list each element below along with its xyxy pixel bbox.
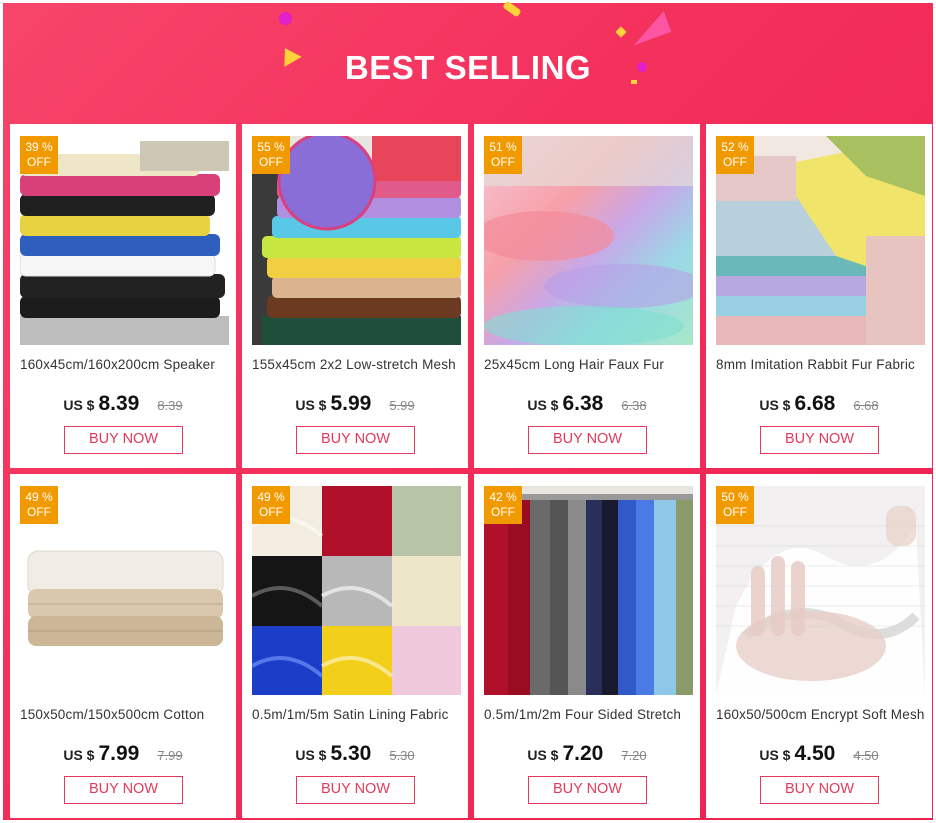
- discount-badge: 39 % OFF: [20, 136, 58, 174]
- currency: US $: [295, 397, 327, 413]
- banner-title: BEST SELLING: [344, 49, 592, 86]
- original-price: 5.30: [389, 748, 415, 763]
- price-row: US $7.20 7.20: [474, 742, 700, 772]
- discount-badge: 42 % OFF: [484, 486, 522, 524]
- original-price: 5.99: [389, 398, 415, 413]
- product-name[interactable]: 155x45cm 2x2 Low-stretch Mesh: [252, 357, 464, 372]
- buy-now-button[interactable]: BUY NOW: [528, 426, 647, 454]
- product-card[interactable]: 52 % OFF 8mm Imitation Rabbit Fur Fabric …: [706, 124, 932, 468]
- discount-badge: 49 % OFF: [20, 486, 58, 524]
- price-row: US $8.39 8.39: [10, 392, 236, 422]
- product-card[interactable]: 55 % OFF 155x45cm 2x2 Low-stretch Mesh US…: [242, 124, 468, 468]
- buy-now-button[interactable]: BUY NOW: [296, 426, 415, 454]
- original-price: 7.99: [157, 748, 183, 763]
- price: 7.20: [562, 742, 604, 765]
- price: 8.39: [98, 392, 140, 415]
- original-price: 6.38: [621, 398, 647, 413]
- product-card[interactable]: 49 % OFF 0.5m/1m/5m Satin Lining Fabric U…: [242, 474, 468, 818]
- price: 7.99: [98, 742, 140, 765]
- product-name[interactable]: 0.5m/1m/5m Satin Lining Fabric: [252, 707, 464, 722]
- price: 6.68: [794, 392, 836, 415]
- currency: US $: [759, 747, 791, 763]
- buy-now-button[interactable]: BUY NOW: [64, 426, 183, 454]
- price-row: US $5.99 5.99: [242, 392, 468, 422]
- currency: US $: [527, 397, 559, 413]
- product-name[interactable]: 0.5m/1m/2m Four Sided Stretch: [484, 707, 696, 722]
- discount-badge: 51 % OFF: [484, 136, 522, 174]
- price-row: US $7.99 7.99: [10, 742, 236, 772]
- original-price: 7.20: [621, 748, 647, 763]
- buy-now-button[interactable]: BUY NOW: [528, 776, 647, 804]
- currency: US $: [759, 397, 791, 413]
- price: 4.50: [794, 742, 836, 765]
- product-card[interactable]: 51 % OFF 25x45cm Long Hair Faux Fur US $6…: [474, 124, 700, 468]
- price-row: US $5.30 5.30: [242, 742, 468, 772]
- price: 5.30: [330, 742, 372, 765]
- discount-badge: 52 % OFF: [716, 136, 754, 174]
- currency: US $: [63, 397, 95, 413]
- product-card[interactable]: 49 % OFF 150x50cm/150x500cm Cotton US $7.…: [10, 474, 236, 818]
- buy-now-button[interactable]: BUY NOW: [760, 776, 879, 804]
- product-card[interactable]: 42 % OFF 0.5m/1m/2m Four Sided Stretch US…: [474, 474, 700, 818]
- price-row: US $6.38 6.38: [474, 392, 700, 422]
- price: 6.38: [562, 392, 604, 415]
- confetti-strip: [502, 0, 522, 18]
- buy-now-button[interactable]: BUY NOW: [296, 776, 415, 804]
- price: 5.99: [330, 392, 372, 415]
- banner-header: BEST SELLING: [3, 0, 933, 123]
- product-card[interactable]: 50 % OFF 160x50/500cm Encrypt Soft Mesh U…: [706, 474, 932, 818]
- original-price: 4.50: [853, 748, 879, 763]
- product-name[interactable]: 160x45cm/160x200cm Speaker: [20, 357, 232, 372]
- discount-badge: 49 % OFF: [252, 486, 290, 524]
- product-name[interactable]: 160x50/500cm Encrypt Soft Mesh: [716, 707, 928, 722]
- confetti-dot: [279, 12, 292, 25]
- currency: US $: [527, 747, 559, 763]
- price-row: US $6.68 6.68: [706, 392, 932, 422]
- product-name[interactable]: 8mm Imitation Rabbit Fur Fabric: [716, 357, 928, 372]
- original-price: 6.68: [853, 398, 879, 413]
- currency: US $: [295, 747, 327, 763]
- price-row: US $4.50 4.50: [706, 742, 932, 772]
- buy-now-button[interactable]: BUY NOW: [64, 776, 183, 804]
- discount-badge: 55 % OFF: [252, 136, 290, 174]
- product-card[interactable]: 39 % OFF 160x45cm/160x200cm Speaker US $8…: [10, 124, 236, 468]
- product-name[interactable]: 25x45cm Long Hair Faux Fur: [484, 357, 696, 372]
- currency: US $: [63, 747, 95, 763]
- original-price: 8.39: [157, 398, 183, 413]
- best-selling-banner: BEST SELLING 39 % OFF 160x45cm/160x200cm…: [0, 0, 936, 823]
- product-name[interactable]: 150x50cm/150x500cm Cotton: [20, 707, 232, 722]
- buy-now-button[interactable]: BUY NOW: [760, 426, 879, 454]
- discount-badge: 50 % OFF: [716, 486, 754, 524]
